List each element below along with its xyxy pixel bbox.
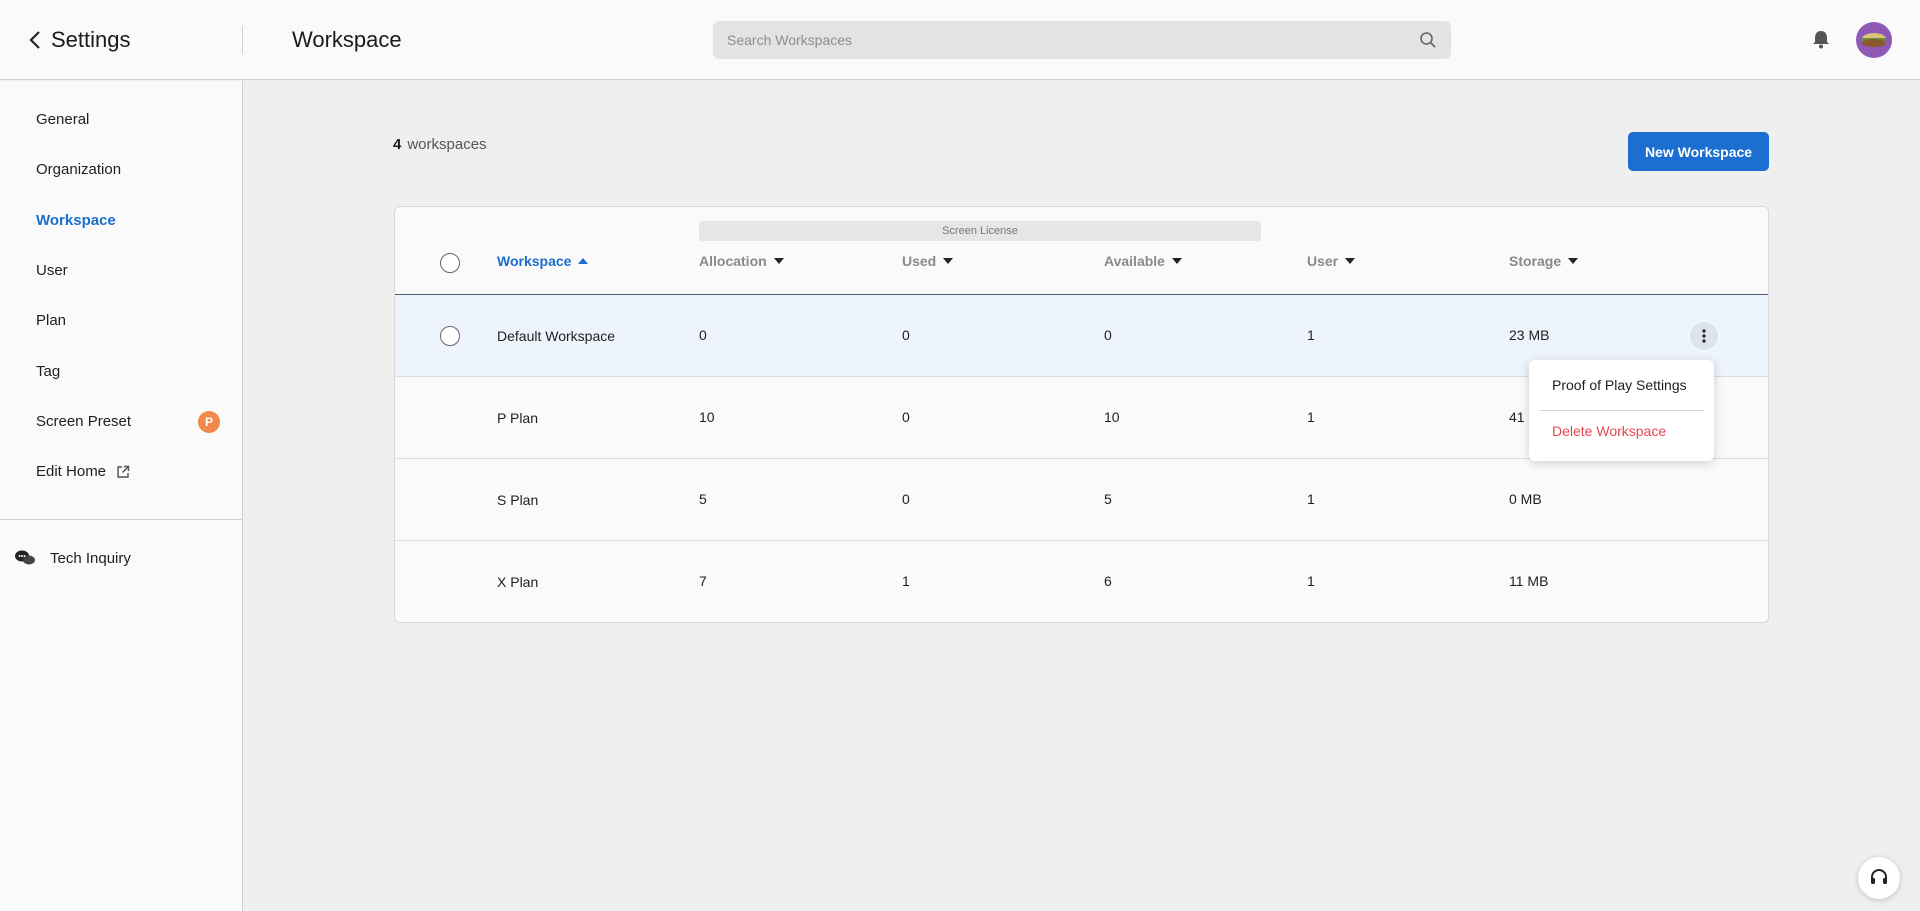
sidebar-item-user[interactable]: User xyxy=(36,260,68,282)
cell-available: 5 xyxy=(1104,491,1112,507)
cell-available: 0 xyxy=(1104,327,1112,343)
cell-storage: 41 xyxy=(1509,409,1525,425)
cell-allocation: 0 xyxy=(699,327,707,343)
column-label: Available xyxy=(1104,253,1165,269)
bell-icon[interactable] xyxy=(1810,28,1832,50)
cell-available: 10 xyxy=(1104,409,1120,425)
cell-allocation: 5 xyxy=(699,491,707,507)
cell-used: 0 xyxy=(902,327,910,343)
cell-allocation: 7 xyxy=(699,573,707,589)
menu-divider xyxy=(1539,410,1704,411)
cell-user: 1 xyxy=(1307,491,1315,507)
column-header-storage[interactable]: Storage xyxy=(1509,253,1579,269)
cell-used: 0 xyxy=(902,409,910,425)
cell-workspace: S Plan xyxy=(497,492,539,508)
cell-available: 6 xyxy=(1104,573,1112,589)
sidebar-item-edit-home[interactable]: Edit Home xyxy=(36,461,130,483)
settings-title[interactable]: Settings xyxy=(51,24,131,56)
column-header-used[interactable]: Used xyxy=(902,253,954,269)
column-header-available[interactable]: Available xyxy=(1104,253,1182,269)
delete-workspace-item[interactable]: Delete Workspace xyxy=(1552,423,1666,439)
workspace-count: 4 workspaces xyxy=(393,136,487,153)
cell-allocation: 10 xyxy=(699,409,715,425)
cell-user: 1 xyxy=(1307,409,1315,425)
column-label: Storage xyxy=(1509,253,1562,269)
page-title: Workspace xyxy=(292,27,402,52)
workspace-count-label: workspaces xyxy=(407,136,487,153)
select-all-radio[interactable] xyxy=(440,253,460,273)
sort-desc-icon xyxy=(1345,258,1356,264)
header-divider xyxy=(242,26,243,54)
avatar[interactable] xyxy=(1856,22,1892,58)
row-options-menu: Proof of Play Settings Delete Workspace xyxy=(1529,360,1714,461)
sort-desc-icon xyxy=(1171,258,1182,264)
sidebar-item-tag[interactable]: Tag xyxy=(36,361,60,383)
search-input[interactable] xyxy=(727,21,1407,59)
tech-inquiry-link[interactable]: Tech Inquiry xyxy=(14,549,131,567)
cell-workspace: P Plan xyxy=(497,410,538,426)
search-icon[interactable] xyxy=(1419,31,1437,49)
back-icon[interactable] xyxy=(28,24,48,56)
sort-asc-icon xyxy=(578,258,589,264)
sidebar-item-organization[interactable]: Organization xyxy=(36,159,121,181)
top-header: Settings Workspace xyxy=(0,0,1920,80)
new-workspace-button[interactable]: New Workspace xyxy=(1628,132,1769,171)
tech-inquiry-label: Tech Inquiry xyxy=(50,549,131,567)
sort-desc-icon xyxy=(1568,258,1579,264)
proof-of-play-settings-item[interactable]: Proof of Play Settings xyxy=(1552,377,1687,393)
column-label: Used xyxy=(902,253,937,269)
table-row[interactable]: X Plan 7 1 6 1 11 MB xyxy=(395,541,1768,622)
cell-used: 1 xyxy=(902,573,910,589)
column-header-allocation[interactable]: Allocation xyxy=(699,253,784,269)
screen-license-group-header: Screen License xyxy=(699,221,1261,241)
sort-desc-icon xyxy=(773,258,784,264)
search-box[interactable] xyxy=(713,21,1451,59)
table-row[interactable]: S Plan 5 0 5 1 0 MB xyxy=(395,459,1768,541)
table-header: Screen License Workspace Allocation Used… xyxy=(395,207,1768,295)
cell-workspace: Default Workspace xyxy=(497,328,616,344)
sidebar-item-workspace[interactable]: Workspace xyxy=(36,210,116,232)
sidebar-item-plan[interactable]: Plan xyxy=(36,310,66,332)
column-label: User xyxy=(1307,253,1339,269)
cell-user: 1 xyxy=(1307,327,1315,343)
external-link-icon xyxy=(117,465,130,478)
column-label: Allocation xyxy=(699,253,767,269)
cell-storage: 23 MB xyxy=(1509,327,1550,343)
more-options-icon[interactable] xyxy=(1690,322,1718,350)
workspace-count-value: 4 xyxy=(393,136,402,153)
sidebar-divider xyxy=(0,519,242,520)
sidebar-item-label: Edit Home xyxy=(36,463,107,480)
sidebar-item-screen-preset[interactable]: Screen Preset xyxy=(36,411,131,433)
cell-storage: 11 MB xyxy=(1509,573,1549,589)
column-label: Workspace xyxy=(497,253,572,269)
row-select-radio[interactable] xyxy=(440,326,460,346)
sidebar: General Organization Workspace User Plan… xyxy=(0,81,243,911)
sort-desc-icon xyxy=(943,258,954,264)
premium-badge: P xyxy=(198,411,220,433)
cell-user: 1 xyxy=(1307,573,1315,589)
sidebar-item-general[interactable]: General xyxy=(36,109,89,131)
cell-workspace: X Plan xyxy=(497,574,539,590)
cell-used: 0 xyxy=(902,491,910,507)
column-header-workspace[interactable]: Workspace xyxy=(497,253,589,269)
chat-icon xyxy=(15,550,35,565)
cell-storage: 0 MB xyxy=(1509,491,1542,507)
column-header-user[interactable]: User xyxy=(1307,253,1356,269)
headset-support-icon[interactable] xyxy=(1858,857,1900,899)
